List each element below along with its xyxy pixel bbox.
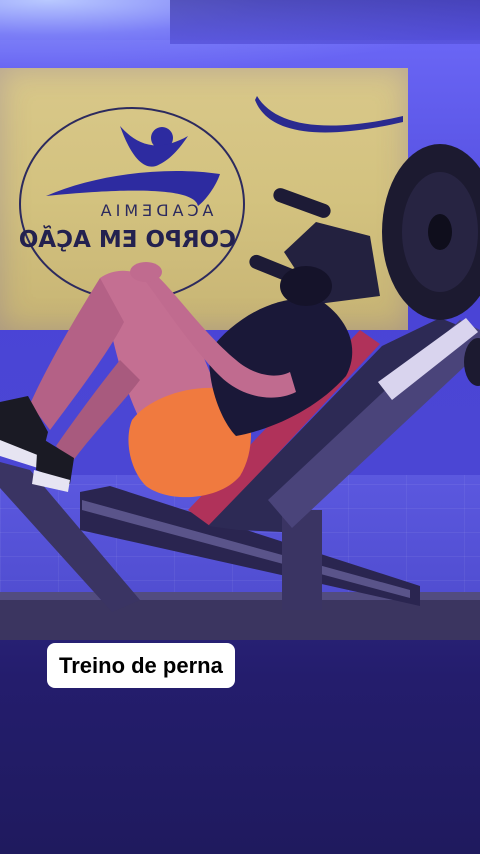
machine-post bbox=[282, 510, 322, 610]
person-head bbox=[280, 266, 332, 306]
leg-press-scene bbox=[0, 144, 480, 640]
story-caption: Treino de perna bbox=[47, 643, 235, 688]
story-screen: ACADEMIA CORPO EM AÇÃO Treino de perna bbox=[0, 0, 480, 854]
